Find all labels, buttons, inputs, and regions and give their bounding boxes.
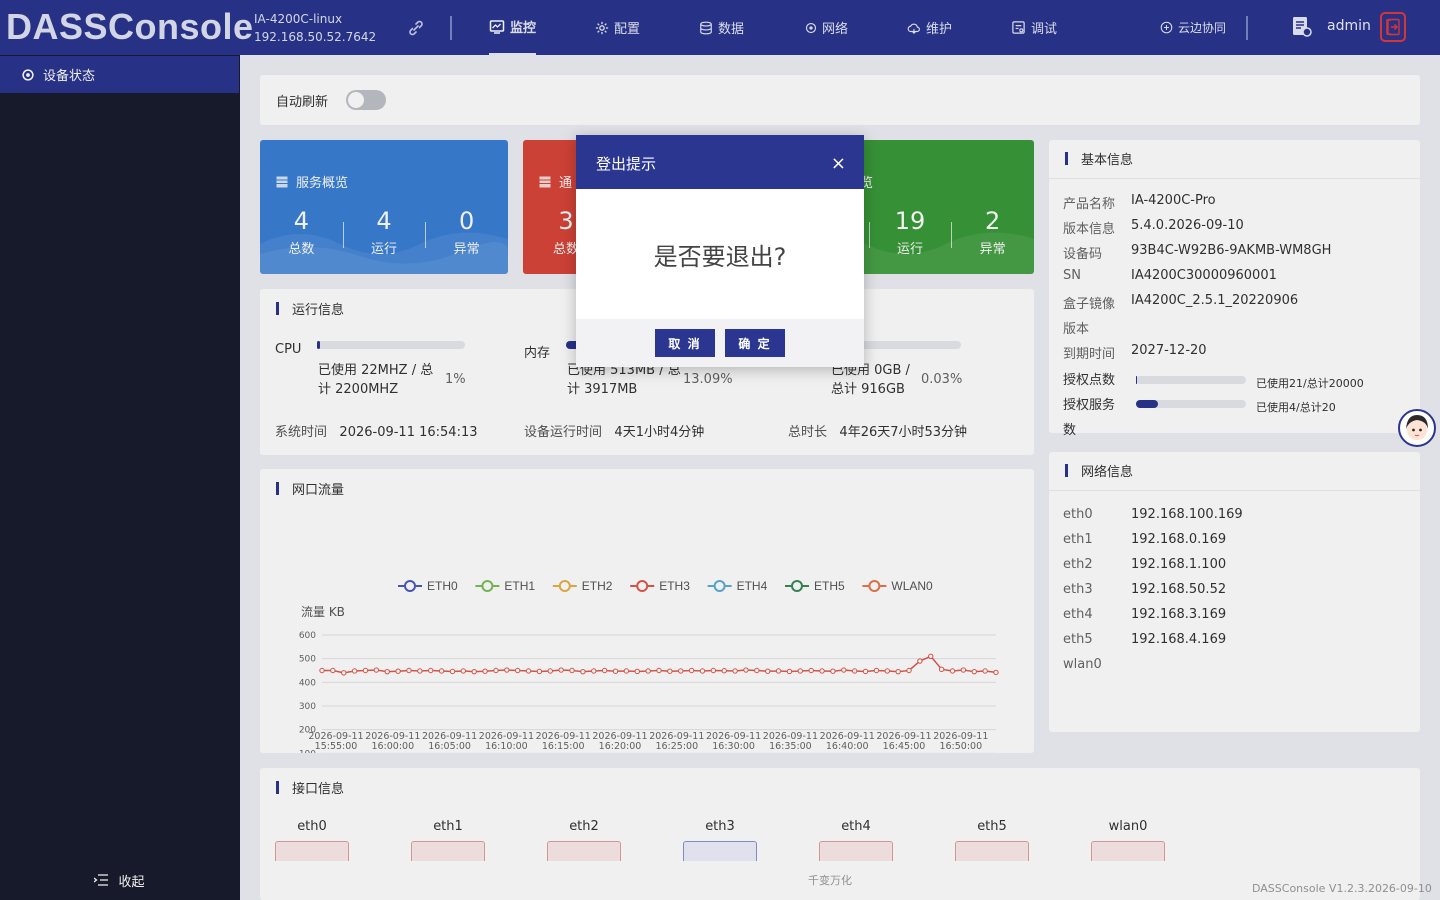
avatar-icon [1406, 415, 1428, 440]
confirm-button[interactable]: 确 定 [725, 329, 785, 357]
dialog-footer: 取 消 确 定 [576, 319, 864, 367]
dialog-header: 登出提示 × [576, 135, 864, 189]
close-icon[interactable]: × [831, 155, 846, 173]
cancel-button[interactable]: 取 消 [655, 329, 715, 357]
logout-dialog: 登出提示 × 是否要退出? 取 消 确 定 [576, 135, 864, 367]
assistant-avatar[interactable] [1398, 409, 1436, 447]
dialog-title: 登出提示 [596, 155, 657, 173]
dialog-message: 是否要退出? [653, 242, 787, 271]
